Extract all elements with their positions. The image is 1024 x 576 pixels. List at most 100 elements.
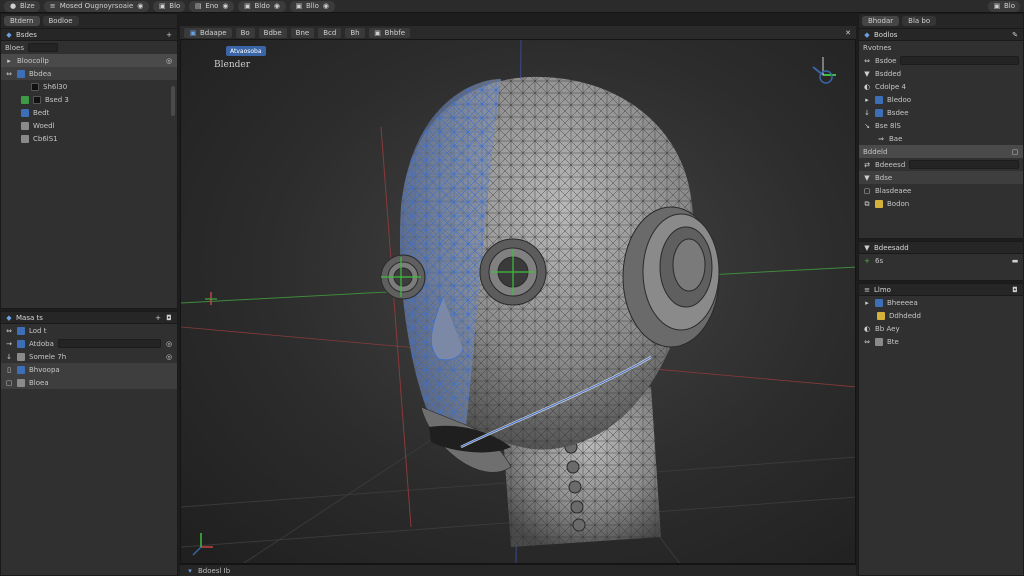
property-row[interactable]: ↓ Bsdee — [859, 106, 1023, 119]
topbar-item-5[interactable]: ▣ Bllo ◉ — [289, 0, 335, 12]
data-title: Llmo — [874, 285, 891, 294]
viewport-menu-2[interactable]: Bdbe — [258, 27, 287, 38]
property-row[interactable]: ⇄ Bdeeesd — [859, 158, 1023, 171]
list-item[interactable]: Bedt — [1, 106, 177, 119]
viewport-menu-5[interactable]: Bh — [345, 27, 365, 38]
property-row[interactable]: ▢ Blasdeaee — [859, 184, 1023, 197]
tab-outliner-1[interactable]: Bodloe — [42, 16, 79, 26]
list-item[interactable]: ↓ Somele 7h ◎ — [1, 350, 177, 363]
arrow-icon: ⇔ — [864, 337, 870, 346]
viewport-menu-4[interactable]: Bcd — [318, 27, 342, 38]
modifier-row[interactable]: +6s ▬ — [859, 254, 1023, 267]
outliner-collection-row[interactable]: ▸ Bloocollp ◎ — [1, 54, 177, 67]
list-item[interactable]: → Atdoba ◎ — [1, 337, 177, 350]
menu-icon: ≡ — [49, 2, 56, 10]
list-item[interactable]: ▢ Bloea — [1, 376, 177, 389]
list-item[interactable]: Ddhdedd — [859, 309, 1023, 322]
arrow-icon: → — [6, 339, 12, 348]
list-item[interactable]: ⇔ Bbdea — [1, 67, 177, 80]
app-logo-icon: ● — [9, 2, 17, 10]
modifier-icon — [875, 95, 883, 104]
copy-icon[interactable]: ◘ — [1011, 286, 1019, 294]
add-icon[interactable]: + — [165, 31, 173, 39]
triangle-icon: ▼ — [864, 243, 870, 252]
filter-icon[interactable]: ◎ — [165, 57, 173, 65]
settings-icon[interactable]: ◘ — [165, 314, 173, 322]
list-item[interactable]: ⇔ Lod t — [1, 324, 177, 337]
topbar-item-6[interactable]: ▣ Blo — [987, 0, 1020, 12]
property-row[interactable]: ⧉ Bodon — [859, 197, 1023, 210]
data-icon — [875, 337, 883, 346]
list-item[interactable]: Cb6lS1 — [1, 132, 177, 145]
list-item[interactable]: ▸ Bheeeea — [859, 296, 1023, 309]
list-item[interactable]: ◐ Bb Aey — [859, 322, 1023, 335]
property-row[interactable]: ⇒ Bae — [859, 132, 1023, 145]
material-field[interactable] — [909, 160, 1019, 169]
properties-header: ◆ Bodlos ✎ — [859, 29, 1023, 41]
material-header[interactable]: Bddeld ▢ — [859, 145, 1023, 158]
list-item[interactable]: Woedl — [1, 119, 177, 132]
data-icon — [875, 298, 883, 307]
edit-icon[interactable]: ✎ — [1011, 31, 1019, 39]
viewport-mode-button[interactable]: ▣ Bdaape — [184, 27, 232, 38]
property-row[interactable]: ▸ Bledoo — [859, 93, 1023, 106]
add-icon[interactable]: + — [154, 314, 162, 322]
transform-icon: ⇔ — [864, 56, 870, 65]
object-icon — [17, 69, 25, 78]
camera-icon — [31, 82, 39, 91]
list-item[interactable]: ⇔ Bte — [859, 335, 1023, 348]
topbar-item-0[interactable]: ● Blze — [4, 0, 40, 12]
expand-icon: ⇄ — [864, 160, 870, 169]
visibility-icon — [33, 95, 41, 104]
dot-icon: ◉ — [273, 2, 280, 10]
data-panel: ≡ Llmo ◘ ▸ Bheeeea Ddhdedd ◐ Bb Aey ⇔ Bte — [858, 283, 1024, 576]
scene-label: Blender — [214, 60, 251, 70]
topbar-item-4[interactable]: ▣ Bldo ◉ — [238, 0, 286, 12]
tab-properties-1[interactable]: Bla bo — [902, 16, 937, 26]
properties-tabs: Bhodar Bla bo — [859, 14, 1023, 29]
tab-properties-0[interactable]: Bhodar — [862, 16, 900, 26]
outliner-search-input[interactable] — [27, 43, 58, 52]
layer-field[interactable] — [57, 339, 161, 348]
property-row[interactable]: ▼ Bsdded — [859, 67, 1023, 80]
ear-headphone — [622, 206, 720, 348]
3d-viewport[interactable] — [180, 26, 856, 564]
collection-icon: ▸ — [7, 56, 11, 65]
arrow-icon: ▯ — [7, 365, 11, 374]
topbar-item-3[interactable]: ▤ Eno ◉ — [189, 0, 235, 12]
checkbox-icon[interactable]: ▢ — [863, 187, 871, 195]
toggle-icon[interactable]: ◎ — [165, 353, 173, 361]
tab-outliner-0[interactable]: Btdern — [4, 16, 40, 26]
close-icon[interactable]: ▢ — [1011, 148, 1019, 156]
viewport-menu-6[interactable]: ▣ Bhbfe — [368, 27, 411, 38]
layers-header: ◆ Masa ts + ◘ — [1, 312, 177, 324]
property-field[interactable] — [900, 56, 1019, 65]
outliner-title: Bsdes — [16, 30, 37, 39]
close-icon[interactable]: ◎ — [165, 340, 173, 348]
status-icon: ▾ — [188, 566, 192, 575]
expand-icon: ↓ — [864, 108, 870, 117]
property-row[interactable]: ⇔ Bsdoe — [859, 54, 1023, 67]
property-row[interactable]: ◐ Cdolpe 4 — [859, 80, 1023, 93]
viewport-menu-1[interactable]: Bo — [235, 27, 255, 38]
topbar-item-1[interactable]: ≡ Mosed Ougnoyrsoaie ◉ — [43, 0, 150, 12]
link-icon: ⧉ — [864, 199, 870, 208]
axis-gizmo-topright[interactable] — [812, 57, 836, 84]
list-item[interactable]: Bsed 3 — [1, 93, 177, 106]
viewport-menu-3[interactable]: Bne — [290, 27, 315, 38]
expand-icon: ▸ — [865, 298, 869, 307]
properties-panel: Bhodar Bla bo ◆ Bodlos ✎ Rvotnes ⇔ Bsdoe … — [858, 13, 1024, 239]
outliner-header: ◆ Bsdes + — [1, 29, 177, 41]
properties-title: Bodlos — [874, 30, 898, 39]
outliner-scrollbar[interactable] — [171, 86, 175, 116]
viewport-header: ▣ Bdaape Bo Bdbe Bne Bcd Bh ▣ Bhbfe ✕ — [180, 26, 856, 40]
property-row[interactable]: ↘ Bse 8lS — [859, 119, 1023, 132]
list-item[interactable]: ▯ Bhvoopa — [1, 363, 177, 376]
menu-icon[interactable]: ▬ — [1011, 257, 1019, 265]
close-icon[interactable]: ✕ — [844, 29, 852, 37]
chevron-icon: ◉ — [137, 2, 144, 10]
add-icon[interactable]: + — [863, 257, 871, 265]
topbar-item-2[interactable]: ▣ Blo — [153, 0, 186, 12]
property-row[interactable]: ▼ Bdse — [859, 171, 1023, 184]
list-item[interactable]: Sh6l30 — [1, 80, 177, 93]
